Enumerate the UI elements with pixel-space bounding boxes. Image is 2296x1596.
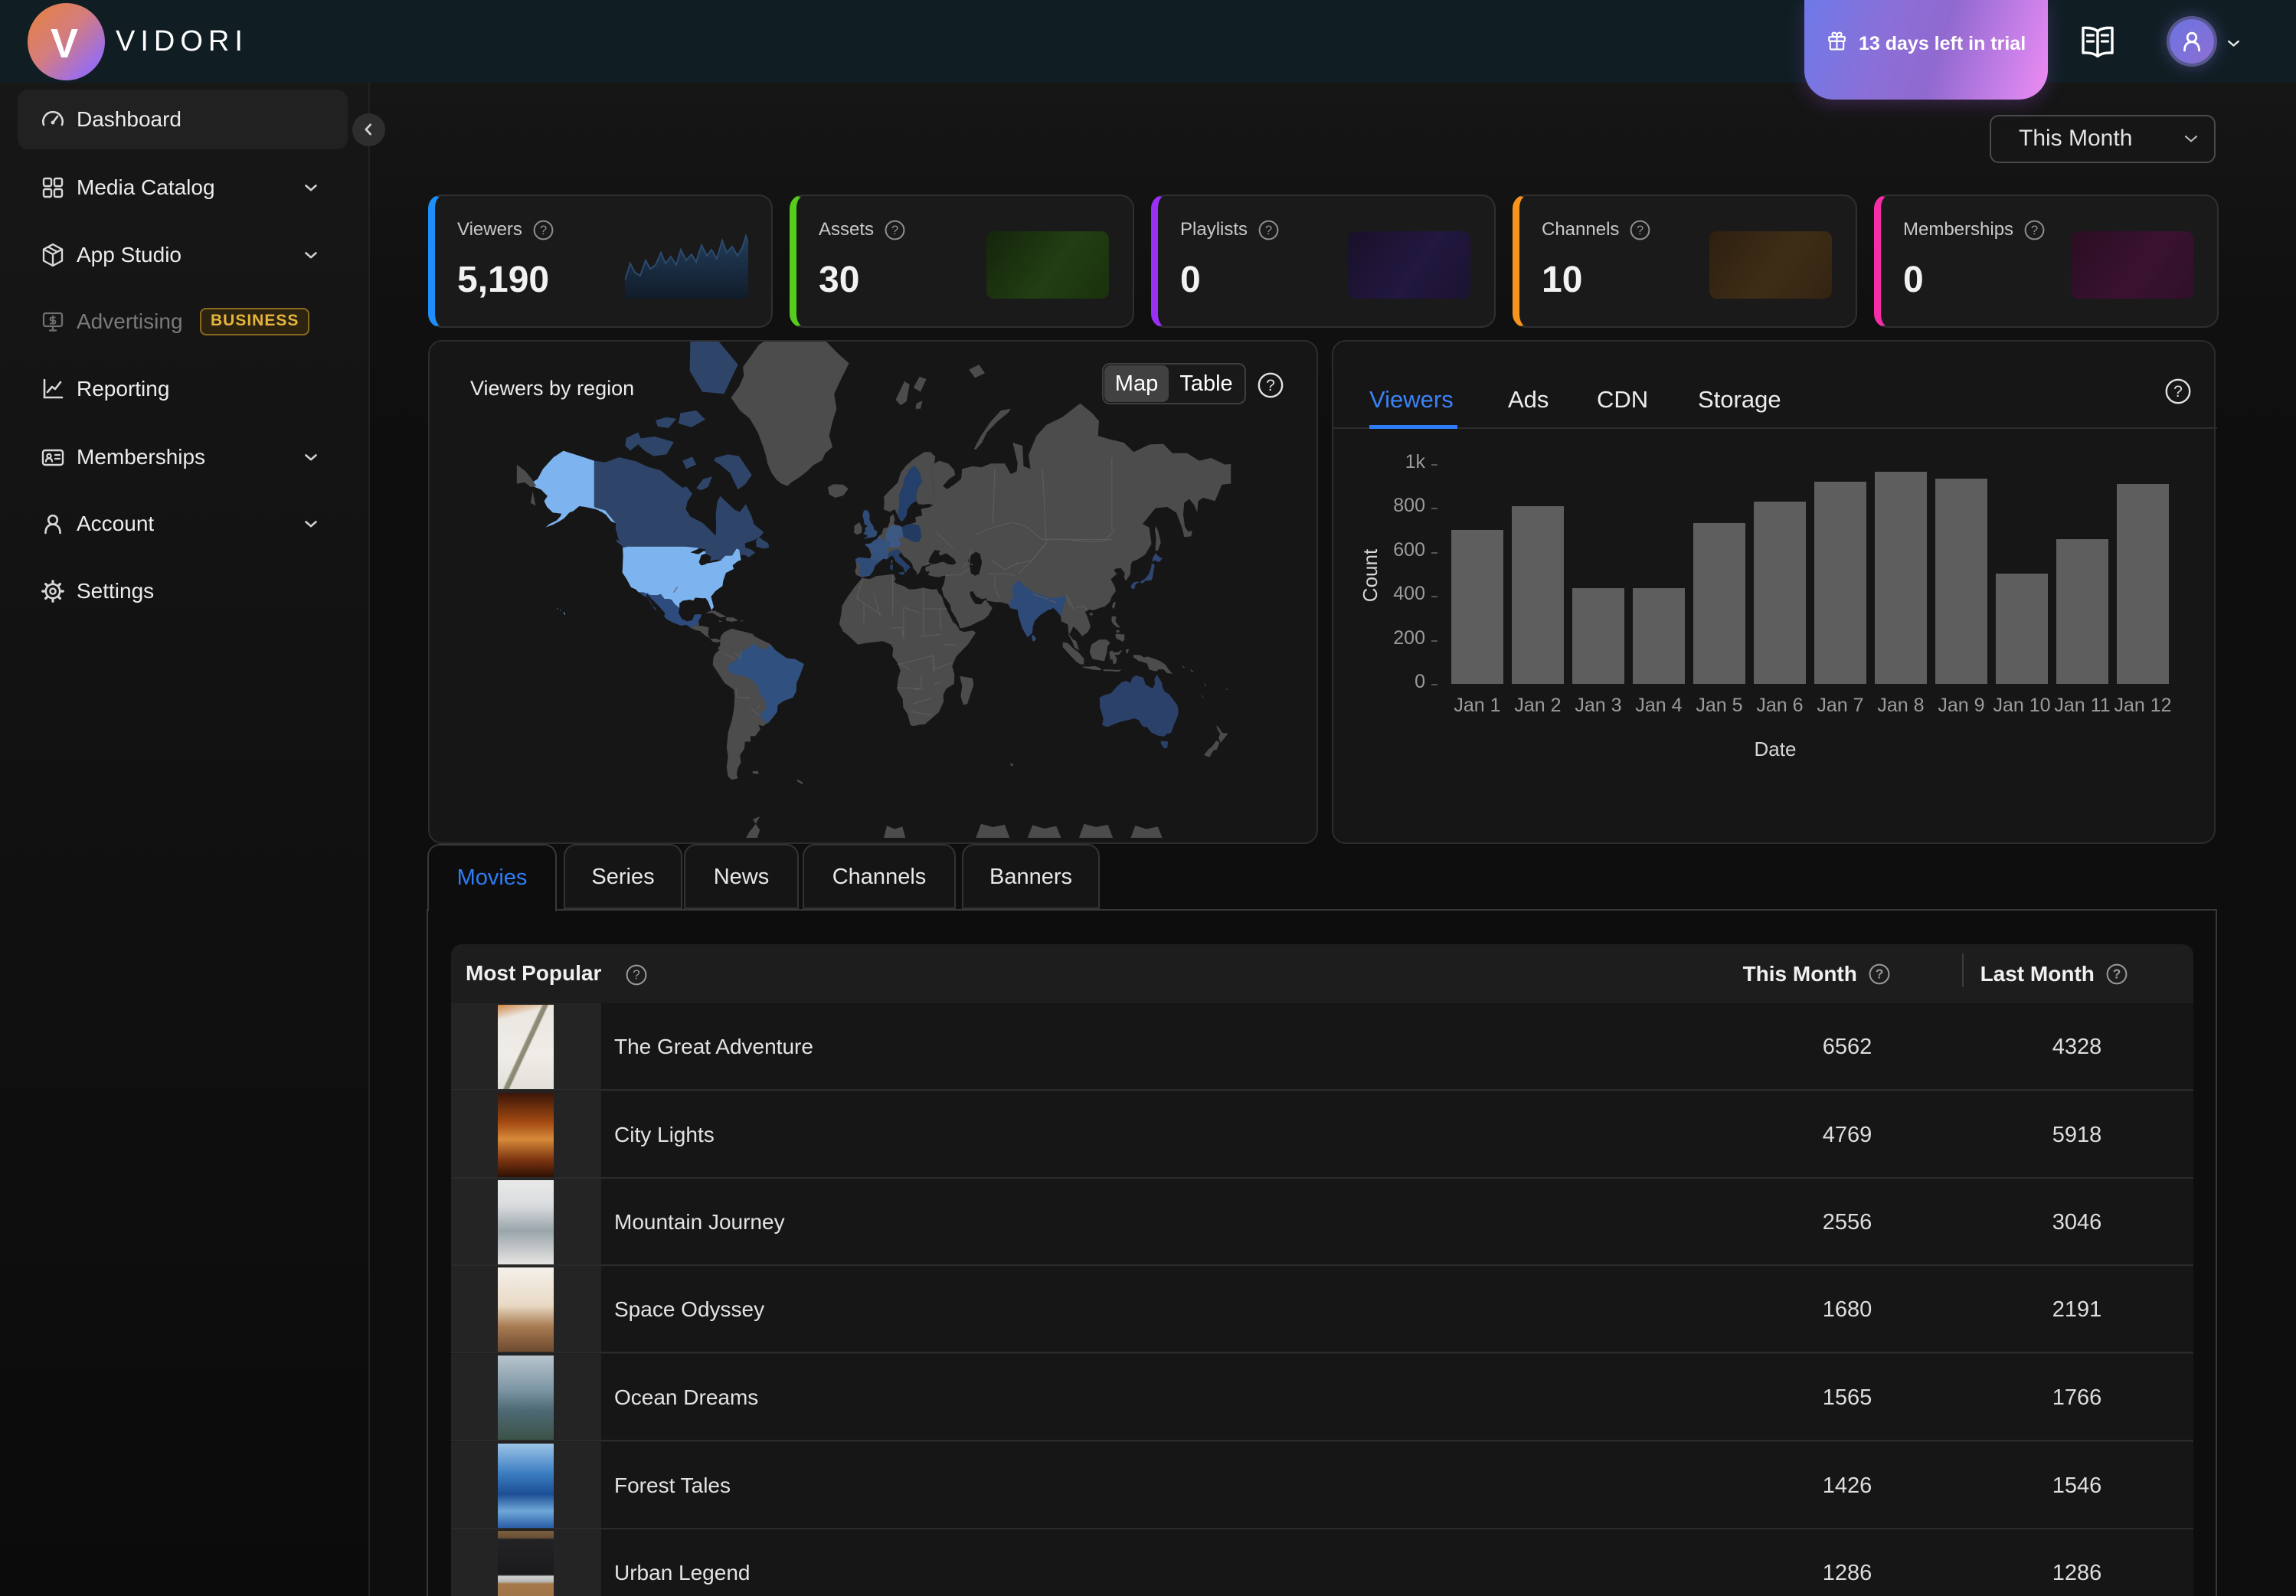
svg-text:?: ? xyxy=(1876,966,1884,982)
svg-text:?: ? xyxy=(633,967,640,983)
svg-text:?: ? xyxy=(540,223,547,237)
svg-text:?: ? xyxy=(2113,966,2121,982)
svg-text:?: ? xyxy=(1265,223,1272,237)
svg-text:?: ? xyxy=(2031,223,2038,237)
svg-text:?: ? xyxy=(1637,223,1644,237)
svg-text:?: ? xyxy=(2173,383,2183,401)
svg-text:?: ? xyxy=(1266,377,1275,394)
svg-text:?: ? xyxy=(891,223,898,237)
